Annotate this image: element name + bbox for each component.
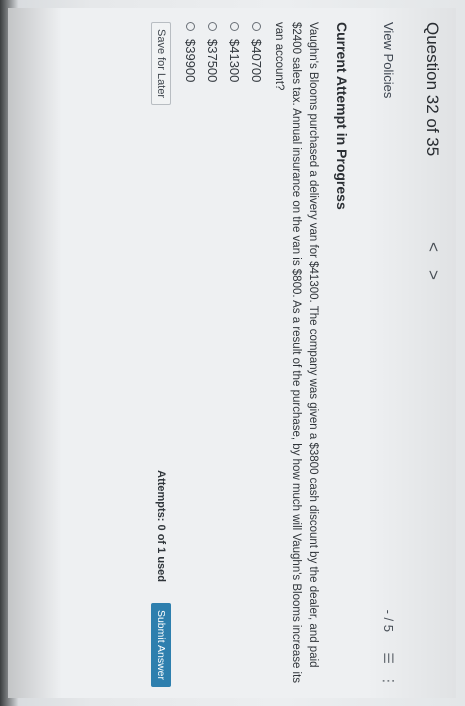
radio-button[interactable] (208, 22, 218, 31)
photo-background: Question 32 of 35 < > View Policies - / … (0, 0, 465, 706)
answer-option-label: $41300 (227, 39, 243, 83)
radio-button[interactable] (230, 22, 240, 31)
quiz-page: Question 32 of 35 < > View Policies - / … (8, 8, 456, 698)
view-policies-link[interactable]: View Policies (381, 22, 396, 98)
submit-answer-button[interactable]: Submit Answer (151, 602, 171, 687)
attempt-status-title: Current Attempt in Progress (334, 22, 350, 210)
answer-option[interactable]: $39900 (180, 22, 202, 322)
answer-option-label: $39900 (183, 39, 199, 83)
answer-option-label: $37500 (205, 39, 221, 83)
question-text: Vaughn's Blooms purchased a delivery van… (273, 22, 319, 684)
next-question-icon[interactable]: > (423, 270, 443, 280)
answer-options: $40700 $41300 $37500 $39900 (180, 22, 268, 322)
score-display: - / 5 (381, 609, 396, 632)
question-header: Question 32 of 35 < > (412, 22, 446, 692)
previous-question-icon[interactable]: < (423, 242, 443, 252)
list-icon[interactable]: ☰ (380, 652, 396, 664)
more-vertical-icon[interactable]: ⋮ (380, 674, 397, 688)
answer-option[interactable]: $41300 (224, 22, 246, 322)
answer-option[interactable]: $40700 (246, 22, 268, 322)
screen: Question 32 of 35 < > View Policies - / … (8, 8, 456, 698)
radio-button[interactable] (186, 22, 196, 31)
footer-actions: Save for Later Attempts: 0 of 1 used Sub… (143, 22, 173, 692)
attempts-counter: Attempts: 0 of 1 used (155, 470, 167, 582)
radio-button[interactable] (252, 22, 262, 31)
save-for-later-button[interactable]: Save for Later (151, 22, 171, 106)
subheader-row: View Policies - / 5 ☰ ⋮ (376, 22, 397, 692)
answer-option[interactable]: $37500 (202, 22, 224, 322)
rotated-content: Question 32 of 35 < > View Policies - / … (8, 8, 456, 698)
answer-option-label: $40700 (249, 39, 265, 83)
question-title: Question 32 of 35 (423, 22, 442, 157)
